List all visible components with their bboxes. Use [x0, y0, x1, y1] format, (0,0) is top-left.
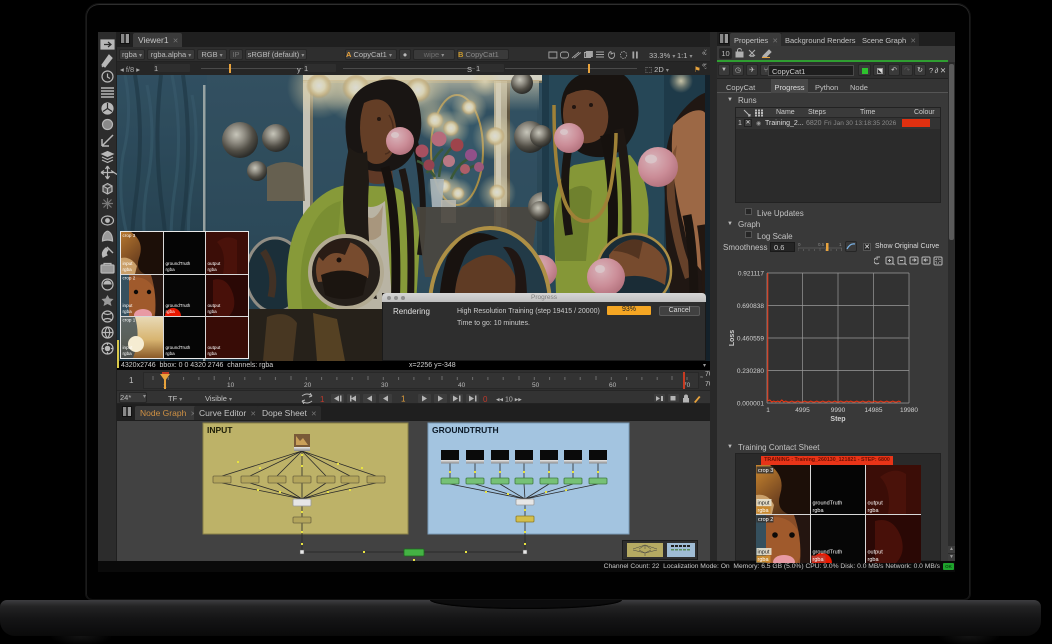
svg-text:0.460559: 0.460559 — [737, 336, 764, 343]
svg-text:rgba: rgba — [123, 309, 133, 314]
svg-text:1: 1 — [163, 383, 167, 389]
svg-text:0.230280: 0.230280 — [737, 368, 764, 375]
svg-text:rgba: rgba — [758, 557, 770, 563]
svg-text:rgba: rgba — [208, 267, 218, 272]
svg-text:input: input — [758, 500, 770, 506]
svg-text:0.000001: 0.000001 — [737, 401, 764, 408]
svg-text:groundTruth: groundTruth — [166, 303, 191, 308]
svg-text:rgba: rgba — [208, 351, 218, 356]
svg-text:14985: 14985 — [864, 407, 882, 414]
svg-text:input: input — [123, 261, 134, 266]
svg-text:rgba: rgba — [166, 351, 176, 356]
svg-text:output: output — [868, 549, 884, 555]
svg-text:9990: 9990 — [831, 407, 846, 414]
svg-text:1: 1 — [766, 407, 770, 414]
svg-text:groundTruth: groundTruth — [166, 261, 191, 266]
svg-text:input: input — [758, 549, 770, 555]
svg-text:50: 50 — [532, 382, 540, 389]
svg-text:output: output — [208, 303, 221, 308]
svg-text:20: 20 — [304, 382, 312, 389]
svg-text:10: 10 — [227, 382, 235, 389]
svg-text:◂◂ 10 ▸▸: ◂◂ 10 ▸▸ — [496, 396, 522, 403]
svg-text:rgba: rgba — [868, 557, 880, 563]
svg-text:rgba: rgba — [813, 557, 825, 563]
svg-text:crop 1: crop 1 — [123, 318, 136, 323]
svg-text:1: 1 — [401, 394, 406, 403]
svg-text:crop 3: crop 3 — [758, 468, 773, 474]
svg-text:4995: 4995 — [795, 407, 810, 414]
svg-text:rgba: rgba — [208, 309, 218, 314]
svg-text:Loss: Loss — [729, 330, 736, 346]
svg-text:groundTruth: groundTruth — [813, 549, 843, 555]
svg-text:INPUT: INPUT — [207, 425, 233, 435]
svg-text:output: output — [868, 500, 884, 506]
svg-text:0.921117: 0.921117 — [738, 271, 765, 278]
svg-text:19980: 19980 — [900, 407, 918, 414]
svg-text:30: 30 — [381, 382, 389, 389]
svg-text:output: output — [208, 345, 221, 350]
svg-text:0.690838: 0.690838 — [737, 303, 764, 310]
svg-text:crop 2: crop 2 — [758, 517, 773, 523]
svg-text:input: input — [123, 303, 134, 308]
svg-text:Step: Step — [830, 416, 845, 423]
svg-text:rgba: rgba — [758, 508, 770, 514]
svg-text:rgba: rgba — [123, 267, 133, 272]
svg-text:groundTruth: groundTruth — [166, 345, 191, 350]
svg-text:crop 2: crop 2 — [123, 276, 136, 281]
svg-text:input: input — [123, 345, 134, 350]
svg-text:0: 0 — [798, 242, 801, 247]
svg-text:0.5: 0.5 — [818, 242, 825, 247]
svg-text:1: 1 — [320, 395, 325, 404]
svg-text:rgba: rgba — [166, 267, 176, 272]
svg-text:0: 0 — [483, 395, 488, 404]
svg-text:1: 1 — [839, 242, 842, 247]
svg-text:output: output — [208, 261, 221, 266]
svg-text:crop 3: crop 3 — [123, 233, 136, 238]
svg-text:40: 40 — [458, 382, 466, 389]
svg-text:rgba: rgba — [868, 508, 880, 514]
svg-text:groundTruth: groundTruth — [813, 500, 843, 506]
svg-text:GROUNDTRUTH: GROUNDTRUTH — [432, 425, 499, 435]
svg-text:60: 60 — [609, 382, 617, 389]
svg-text:rgba: rgba — [813, 508, 825, 514]
svg-text:rgba: rgba — [166, 309, 176, 314]
svg-text:rgba: rgba — [123, 351, 133, 356]
